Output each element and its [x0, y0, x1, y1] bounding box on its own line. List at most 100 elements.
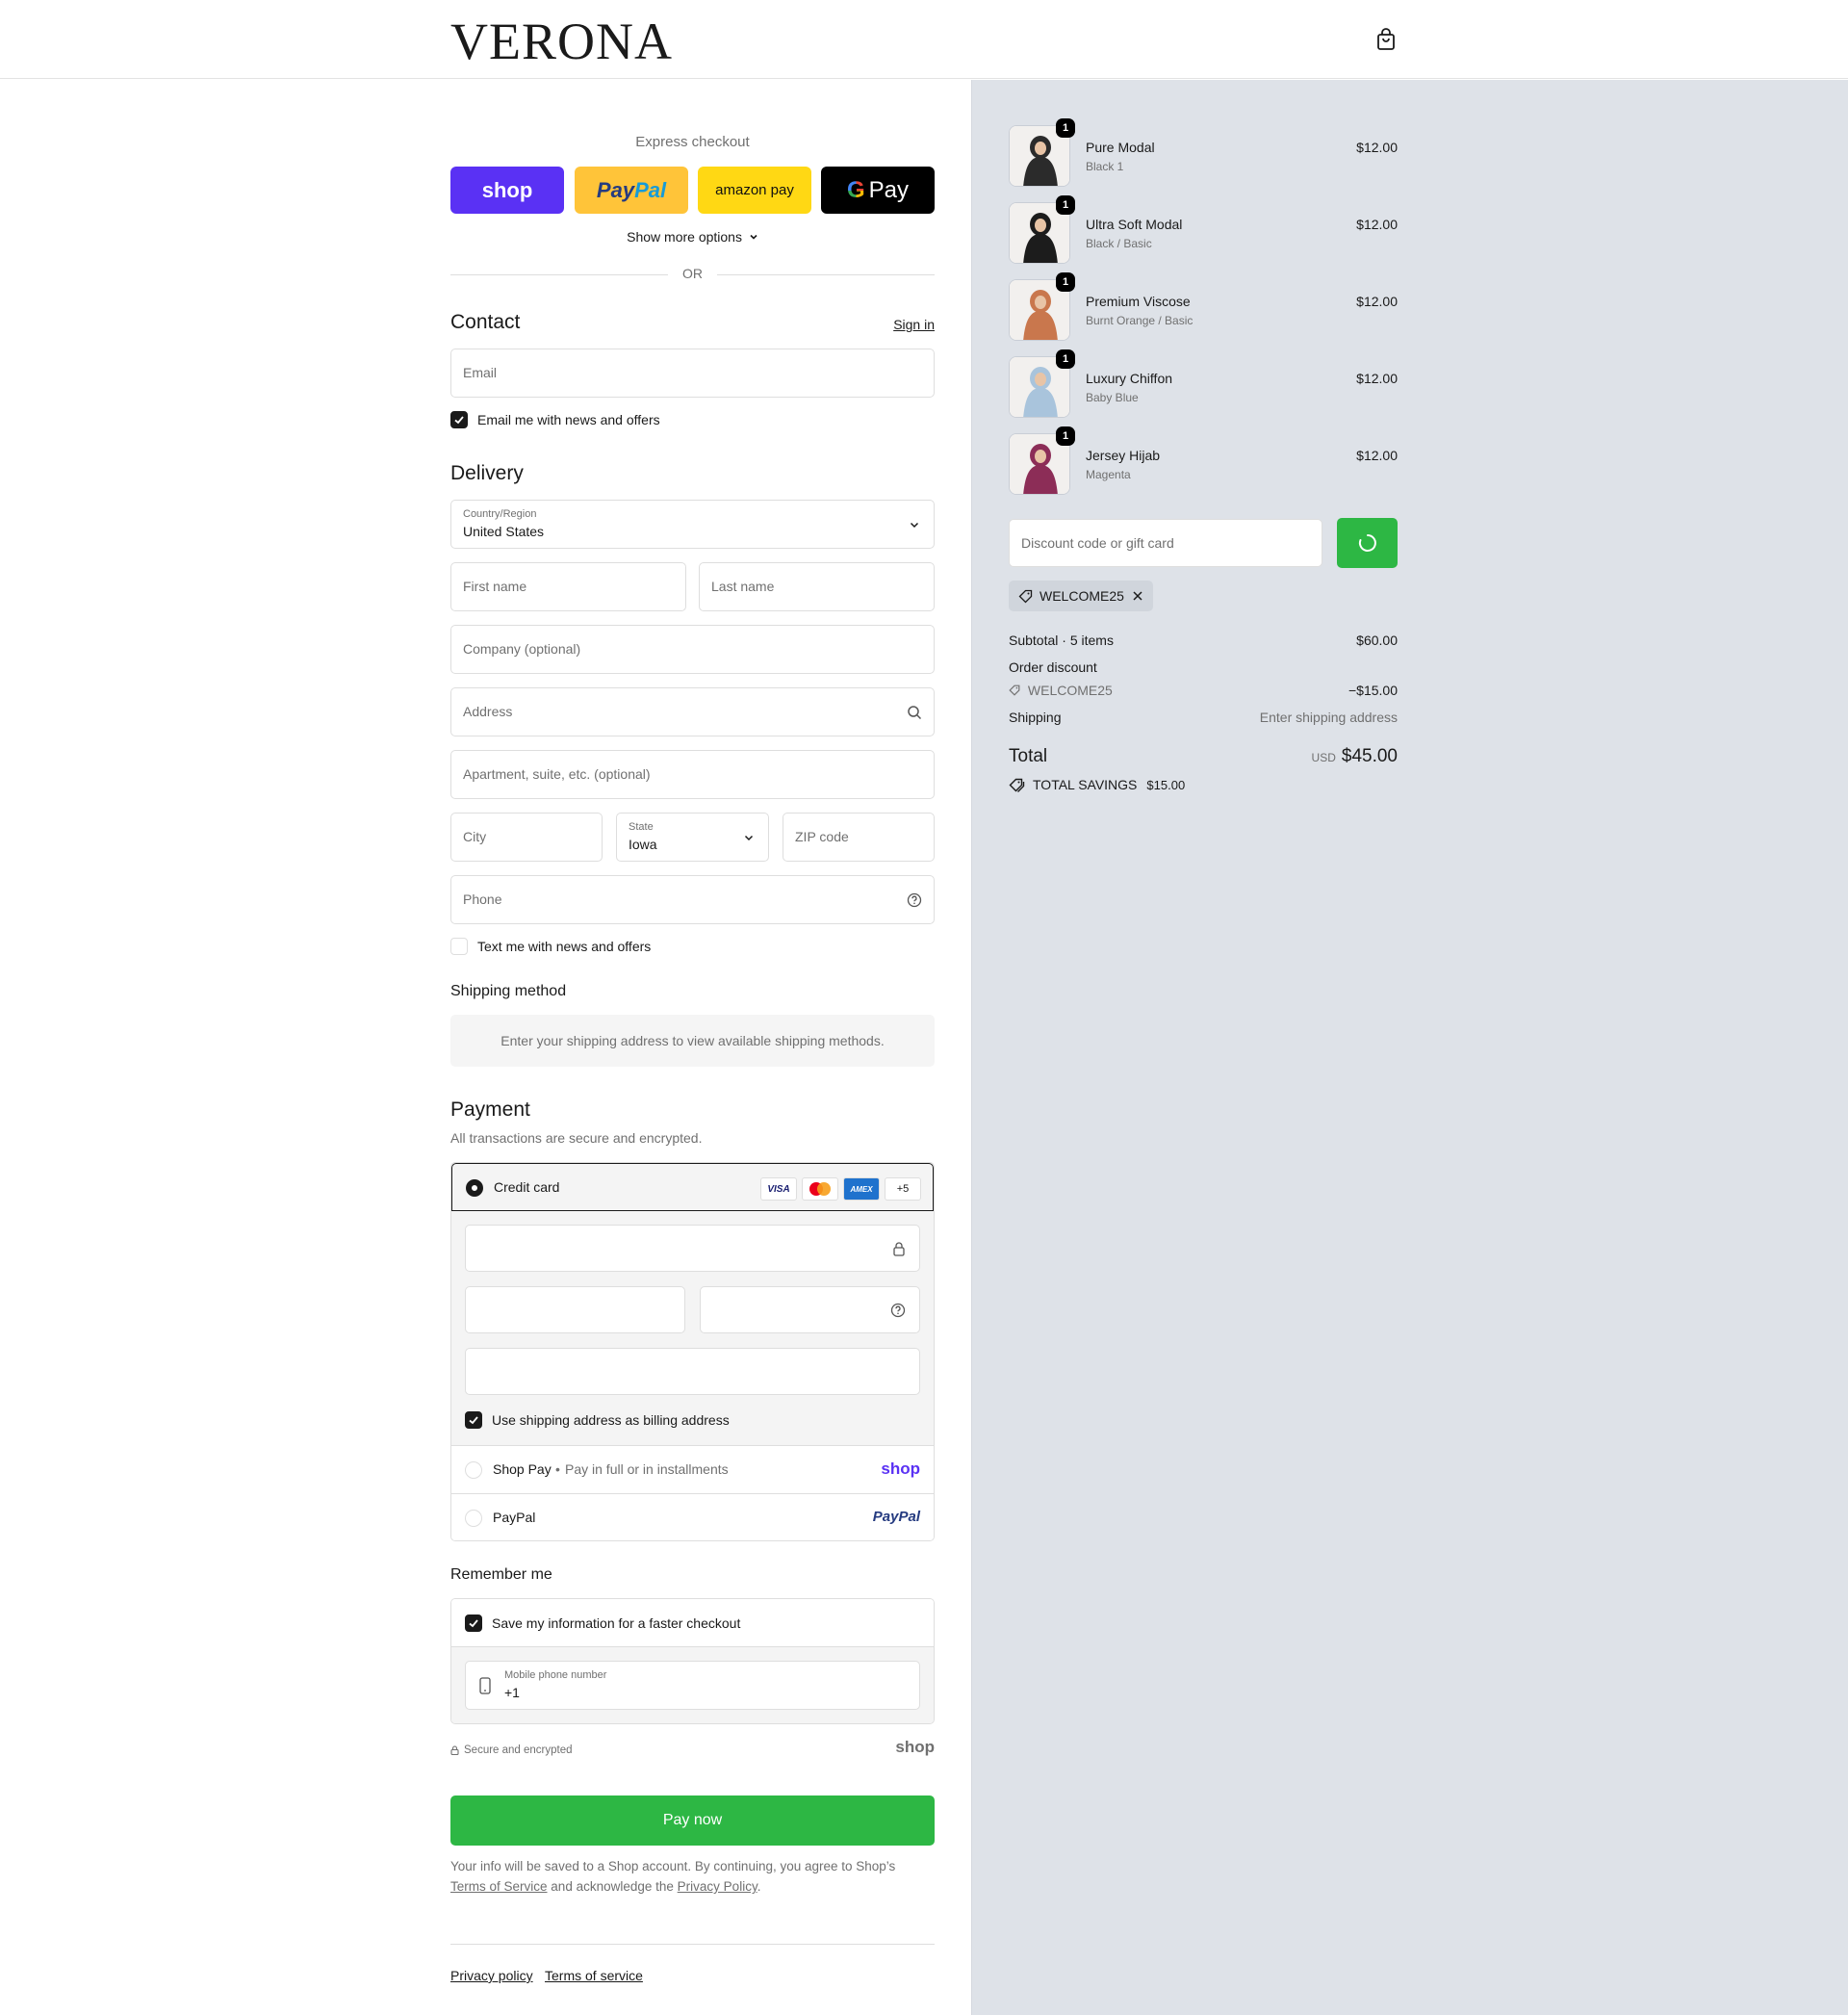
paypal-button[interactable]: PayPal — [575, 167, 688, 214]
applied-discount-code: WELCOME25 — [1040, 588, 1124, 604]
sign-in-link[interactable]: Sign in — [893, 317, 935, 332]
paypal-logo: PayPal — [872, 1509, 920, 1525]
amazon-pay-button[interactable]: amazon pay — [698, 167, 811, 214]
shop-pay-option[interactable]: Shop Pay • Pay in full or in installment… — [451, 1445, 934, 1493]
subtotal-row: Subtotal · 5 items $60.00 — [1009, 633, 1398, 648]
billing-address-label: Use shipping address as billing address — [492, 1412, 730, 1428]
product-name: Premium Viscose — [1086, 294, 1191, 309]
name-on-card-field[interactable] — [465, 1348, 920, 1395]
mobile-phone-field[interactable]: Mobile phone number +1 — [465, 1661, 920, 1710]
footer-privacy-link[interactable]: Privacy policy — [450, 1968, 533, 1983]
show-more-options-label: Show more options — [627, 229, 742, 245]
shipping-row: Shipping Enter shipping address — [1009, 710, 1398, 725]
loading-spinner-icon — [1358, 534, 1376, 552]
state-value: Iowa — [629, 837, 657, 852]
remember-me-heading: Remember me — [450, 1566, 552, 1583]
privacy-policy-link[interactable]: Privacy Policy — [678, 1879, 757, 1894]
quantity-badge: 1 — [1056, 118, 1075, 138]
secure-notice: Secure and encrypted — [450, 1744, 573, 1756]
help-circle-icon[interactable] — [890, 1303, 906, 1318]
shop-pay-logo: shop — [881, 1460, 920, 1478]
text-news-checkbox[interactable] — [450, 938, 468, 955]
expiration-date-field[interactable] — [465, 1286, 685, 1333]
email-placeholder: Email — [463, 365, 498, 380]
subtotal-label: Subtotal · 5 items — [1009, 633, 1114, 648]
email-news-checkbox[interactable] — [450, 411, 468, 428]
discount-code-row: WELCOME25 −$15.00 — [1009, 683, 1398, 698]
apartment-placeholder: Apartment, suite, etc. (optional) — [463, 766, 651, 782]
city-placeholder: City — [463, 829, 487, 844]
text-news-checkbox-row[interactable]: Text me with news and offers — [450, 938, 651, 955]
credit-card-option[interactable]: Credit card VISA AMEX +5 — [451, 1163, 934, 1211]
security-code-field[interactable] — [700, 1286, 920, 1333]
billing-address-checkbox-row[interactable]: Use shipping address as billing address — [465, 1411, 730, 1429]
shopping-bag-icon[interactable] — [1375, 28, 1397, 51]
last-name-field[interactable]: Last name — [699, 562, 935, 611]
billing-address-checkbox[interactable] — [465, 1411, 482, 1429]
total-value: $45.00 — [1341, 746, 1398, 766]
shop-pay-radio[interactable] — [465, 1461, 482, 1479]
currency-code: USD — [1311, 751, 1336, 764]
shop-logo: shop — [895, 1738, 935, 1756]
discount-code-field[interactable]: Discount code or gift card — [1009, 519, 1322, 567]
zip-field[interactable]: ZIP code — [783, 813, 935, 862]
help-circle-icon[interactable] — [907, 892, 922, 908]
email-field[interactable]: Email — [450, 349, 935, 398]
discount-value: −$15.00 — [1348, 683, 1398, 698]
cart-item: 1 Pure Modal Black 1 $12.00 — [1009, 118, 1398, 189]
shipping-method-heading: Shipping method — [450, 983, 567, 999]
email-news-checkbox-row[interactable]: Email me with news and offers — [450, 411, 660, 428]
state-label: State — [629, 821, 654, 833]
credit-card-radio[interactable] — [466, 1179, 483, 1197]
chevron-down-icon — [910, 522, 919, 529]
bullet-separator: • — [555, 1461, 560, 1477]
show-more-options-link[interactable]: Show more options — [450, 229, 935, 245]
payment-heading: Payment — [450, 1098, 530, 1121]
legal-notice: Your info will be saved to a Shop accoun… — [450, 1859, 896, 1894]
mobile-phone-label: Mobile phone number — [504, 1669, 607, 1681]
paypal-radio[interactable] — [465, 1510, 482, 1527]
contact-heading: Contact — [450, 311, 521, 333]
save-info-checkbox[interactable] — [465, 1615, 482, 1632]
google-pay-button[interactable]: G Pay — [821, 167, 935, 214]
amex-icon: AMEX — [843, 1177, 880, 1201]
product-variant: Black 1 — [1086, 160, 1124, 173]
shop-pay-description: Pay in full or in installments — [565, 1461, 729, 1477]
card-number-field[interactable] — [465, 1225, 920, 1272]
pay-now-button[interactable]: Pay now — [450, 1795, 935, 1846]
credit-card-form: Use shipping address as billing address — [451, 1211, 934, 1445]
tags-icon — [1009, 778, 1025, 792]
tag-icon — [1018, 589, 1033, 604]
phone-field[interactable]: Phone — [450, 875, 935, 924]
company-field[interactable]: Company (optional) — [450, 625, 935, 674]
save-info-checkbox-row[interactable]: Save my information for a faster checkou… — [465, 1615, 740, 1632]
state-select[interactable]: State Iowa — [616, 813, 769, 862]
address-field[interactable]: Address — [450, 687, 935, 736]
footer-terms-link[interactable]: Terms of service — [545, 1968, 643, 1983]
visa-icon: VISA — [760, 1177, 797, 1201]
close-icon[interactable] — [1132, 590, 1143, 602]
save-info-label: Save my information for a faster checkou… — [492, 1615, 741, 1631]
total-savings-label: TOTAL SAVINGS — [1033, 777, 1138, 792]
terms-of-service-link[interactable]: Terms of Service — [450, 1879, 548, 1894]
save-info-row[interactable]: Save my information for a faster checkou… — [451, 1599, 934, 1647]
product-price: $12.00 — [1356, 448, 1398, 463]
applied-discount-chip: WELCOME25 — [1009, 581, 1153, 611]
first-name-field[interactable]: First name — [450, 562, 686, 611]
product-price: $12.00 — [1356, 140, 1398, 155]
city-field[interactable]: City — [450, 813, 603, 862]
product-variant: Black / Basic — [1086, 237, 1152, 250]
google-g-icon: G — [846, 176, 865, 203]
store-logo[interactable]: VERONA — [450, 12, 673, 71]
shipping-label: Shipping — [1009, 710, 1062, 725]
apply-discount-button[interactable] — [1337, 518, 1398, 568]
remember-me-box: Save my information for a faster checkou… — [450, 1598, 935, 1724]
shop-pay-button[interactable]: shop — [450, 167, 564, 214]
checkmark-icon — [454, 416, 464, 425]
paypal-option[interactable]: PayPal PayPal — [451, 1493, 934, 1540]
or-divider: OR — [450, 266, 935, 283]
delivery-heading: Delivery — [450, 462, 524, 484]
apartment-field[interactable]: Apartment, suite, etc. (optional) — [450, 750, 935, 799]
country-select[interactable]: Country/Region United States — [450, 500, 935, 549]
order-discount-label: Order discount — [1009, 659, 1097, 675]
